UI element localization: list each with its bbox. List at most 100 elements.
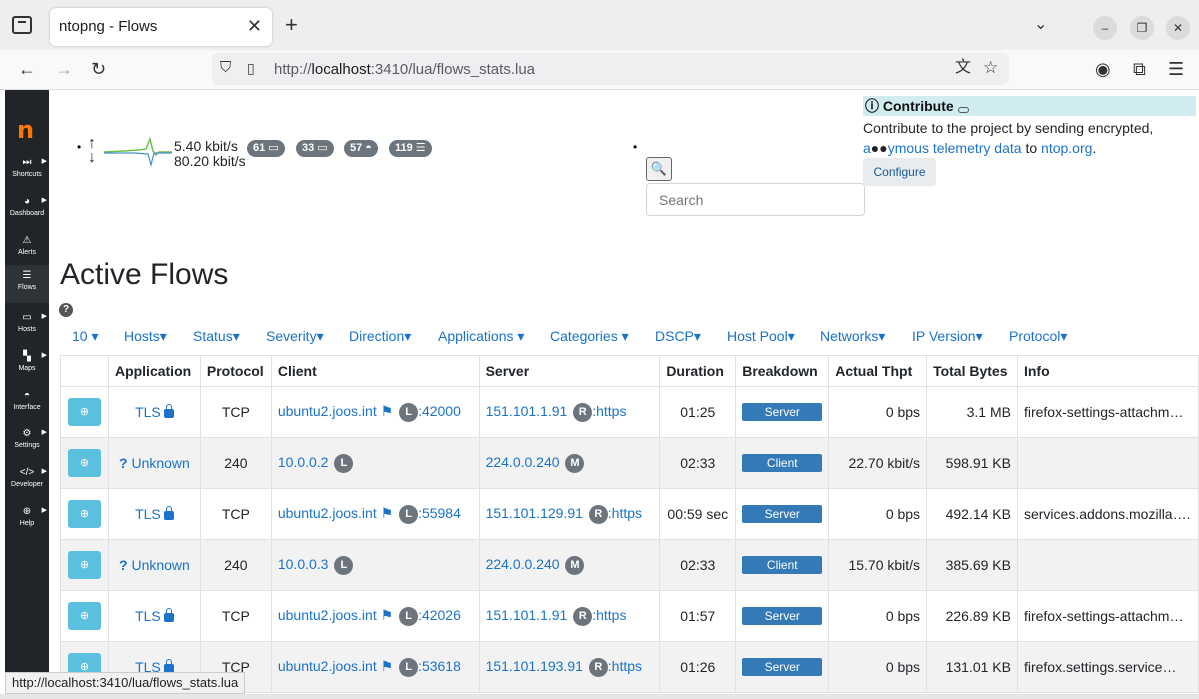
- minimize-icon[interactable]: –: [1093, 16, 1117, 40]
- remote-hosts-badge[interactable]: 33 ▭: [296, 140, 334, 157]
- application-link[interactable]: Unknown: [131, 557, 189, 573]
- server-port-link[interactable]: :https: [592, 607, 626, 623]
- zoom-icon[interactable]: ⊕: [67, 500, 101, 528]
- throughput-sparkline[interactable]: [104, 135, 172, 167]
- direction-filter[interactable]: Direction▾: [349, 328, 411, 345]
- client-link[interactable]: 10.0.0.2: [278, 454, 329, 470]
- configure-button[interactable]: Configure: [863, 158, 936, 186]
- server-link[interactable]: 224.0.0.240: [486, 454, 560, 470]
- zoom-icon[interactable]: ⊕: [67, 449, 101, 477]
- server-link[interactable]: 224.0.0.240: [486, 556, 560, 572]
- server-link[interactable]: 151.101.1.91: [486, 607, 568, 623]
- server-link[interactable]: 151.101.129.91: [486, 505, 583, 521]
- menu-icon[interactable]: ☰: [1168, 58, 1184, 80]
- col-header-client[interactable]: Client: [270, 355, 480, 387]
- server-port-link[interactable]: :https: [592, 403, 626, 419]
- sidebar-item-help[interactable]: ▶ ⊕ Help: [5, 501, 49, 539]
- col-header-total-bytes[interactable]: Total Bytes: [926, 355, 1018, 387]
- networks-filter[interactable]: Networks▾: [820, 328, 885, 345]
- col-header-breakdown[interactable]: Breakdown: [735, 355, 830, 387]
- severity-filter[interactable]: Severity▾: [266, 328, 324, 345]
- extensions-icon[interactable]: ⧉: [1133, 58, 1146, 80]
- server-port-link[interactable]: :https: [608, 658, 642, 674]
- shield-icon[interactable]: ⛉: [220, 57, 231, 79]
- sidebar-item-interface[interactable]: ◓ Interface: [5, 385, 49, 423]
- translate-icon[interactable]: 文: [955, 57, 971, 79]
- page-size-dropdown[interactable]: 10 ▾: [72, 328, 99, 345]
- close-window-icon[interactable]: ✕: [1166, 16, 1190, 40]
- account-icon[interactable]: ◉: [1095, 58, 1111, 80]
- sidebar-item-hosts[interactable]: ▶ ▭ Hosts: [5, 307, 49, 345]
- client-link[interactable]: ubuntu2.joos.int: [278, 607, 377, 623]
- server-port-link[interactable]: :https: [608, 505, 642, 521]
- col-header-server[interactable]: Server: [478, 355, 661, 387]
- col-header-application[interactable]: Application: [107, 355, 201, 387]
- applications-filter[interactable]: Applications ▾: [438, 328, 524, 345]
- close-tab-icon[interactable]: ✕: [247, 16, 262, 37]
- client-port-link[interactable]: :42000: [418, 403, 461, 419]
- link-status-bar: http://localhost:3410/lua/flows_stats.lu…: [5, 672, 246, 694]
- sidebar-item-flows[interactable]: ☰ Flows: [5, 265, 49, 303]
- application-link[interactable]: TLS: [135, 404, 161, 420]
- sidebar-item-alerts[interactable]: ⚠ Alerts: [5, 230, 49, 268]
- search-icon[interactable]: 🔍: [646, 157, 672, 181]
- zoom-icon[interactable]: ⊕: [67, 398, 101, 426]
- new-tab-icon[interactable]: +: [285, 14, 298, 36]
- sidebar-item-developer[interactable]: ▶ </> Developer: [5, 462, 49, 500]
- protocol-cell: TCP: [199, 488, 272, 540]
- throughput-values[interactable]: 5.40 kbit/s 80.20 kbit/s: [174, 139, 246, 169]
- client-link[interactable]: ubuntu2.joos.int: [278, 505, 377, 521]
- application-link[interactable]: TLS: [135, 506, 161, 522]
- telemetry-link[interactable]: a●●ymous telemetry data: [863, 140, 1022, 156]
- application-link[interactable]: Unknown: [131, 455, 189, 471]
- flag-icon[interactable]: ⚑: [381, 658, 394, 674]
- chevron-down-icon[interactable]: ⌄: [1034, 14, 1047, 34]
- ntopng-logo[interactable]: n: [17, 116, 34, 144]
- server-link[interactable]: 151.101.193.91: [486, 658, 583, 674]
- client-link[interactable]: ubuntu2.joos.int: [278, 658, 377, 674]
- flag-icon[interactable]: ⚑: [381, 403, 394, 419]
- client-link[interactable]: 10.0.0.3: [278, 556, 329, 572]
- host-pool-filter[interactable]: Host Pool▾: [727, 328, 795, 345]
- reload-icon[interactable]: ↻: [91, 58, 106, 80]
- devices-badge[interactable]: 57 ◓: [344, 140, 378, 157]
- col-header-protocol[interactable]: Protocol: [199, 355, 272, 387]
- sidebar-item-dashboard[interactable]: ▶ ◕ Dashboard: [5, 191, 49, 229]
- flows-badge[interactable]: 119 ☰: [389, 140, 432, 157]
- server-link[interactable]: 151.101.1.91: [486, 403, 568, 419]
- dscp-filter[interactable]: DSCP▾: [655, 328, 701, 345]
- restore-icon[interactable]: ❐: [1130, 16, 1154, 40]
- col-header-info[interactable]: Info: [1016, 355, 1199, 387]
- tab-list-icon[interactable]: [12, 16, 32, 34]
- back-icon[interactable]: ←: [18, 58, 36, 80]
- col-header-duration[interactable]: Duration: [659, 355, 737, 387]
- ip-version-filter[interactable]: IP Version▾: [912, 328, 983, 345]
- bookmark-star-icon[interactable]: ☆: [983, 57, 998, 79]
- client-port-link[interactable]: :55984: [418, 505, 461, 521]
- hosts-filter[interactable]: Hosts▾: [124, 328, 167, 345]
- categories-filter[interactable]: Categories ▾: [550, 328, 629, 345]
- sidebar-item-maps[interactable]: ▶ ▚ Maps: [5, 346, 49, 384]
- sidebar-item-settings[interactable]: ▶ ⚙ Settings: [5, 423, 49, 461]
- client-port-link[interactable]: :42026: [418, 607, 461, 623]
- ntop-link[interactable]: ntop.org: [1041, 140, 1092, 156]
- sidebar-item-shortcuts[interactable]: ▶ ⏭ Shortcuts: [5, 152, 49, 190]
- protocol-filter[interactable]: Protocol▾: [1009, 328, 1067, 345]
- application-link[interactable]: TLS: [135, 608, 161, 624]
- url-text[interactable]: http://localhost:3410/lua/flows_stats.lu…: [274, 61, 535, 78]
- local-hosts-badge[interactable]: 61 ▭: [247, 140, 285, 157]
- flag-icon[interactable]: ⚑: [381, 607, 394, 623]
- browser-tab[interactable]: ntopng - Flows ✕: [50, 8, 272, 46]
- table-row: ⊕ TLS TCP ubuntu2.joos.int ⚑ L:42000 151.101…: [60, 386, 1199, 438]
- zoom-icon[interactable]: ⊕: [67, 551, 101, 579]
- client-port-link[interactable]: :53618: [418, 658, 461, 674]
- zoom-icon[interactable]: ⊕: [67, 602, 101, 630]
- status-filter[interactable]: Status▾: [193, 328, 240, 345]
- client-link[interactable]: ubuntu2.joos.int: [278, 403, 377, 419]
- url-bar[interactable]: ⛉ ▯ http://localhost:3410/lua/flows_stat…: [212, 53, 1009, 85]
- flag-icon[interactable]: ⚑: [381, 505, 394, 521]
- col-header-actual-thpt[interactable]: Actual Thpt: [828, 355, 928, 387]
- search-input[interactable]: [646, 183, 865, 216]
- question-icon[interactable]: ?: [59, 303, 73, 317]
- forward-icon[interactable]: →: [55, 58, 73, 80]
